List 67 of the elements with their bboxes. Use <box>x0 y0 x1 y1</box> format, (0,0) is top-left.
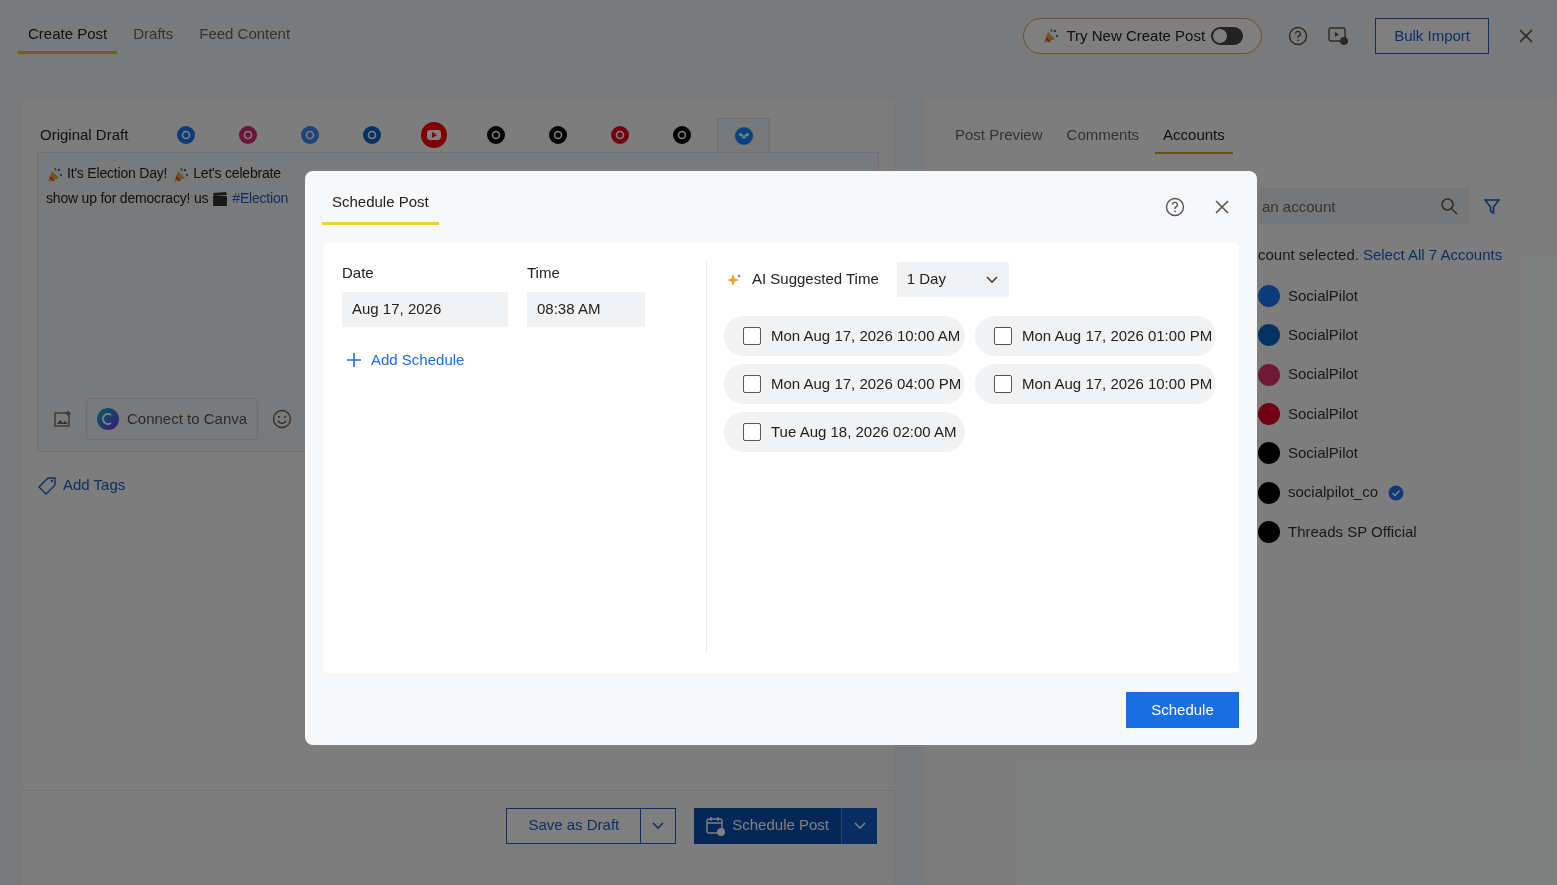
header-tab[interactable]: Create Post <box>18 18 118 54</box>
ai-suggested-label: AI Suggested Time <box>752 269 879 290</box>
network-tab[interactable] <box>717 118 771 152</box>
sparkle-icon <box>726 272 742 287</box>
clapperboard-icon <box>212 190 229 207</box>
checkbox[interactable] <box>994 327 1012 345</box>
time-field[interactable]: 08:38 AM <box>527 292 645 327</box>
close-icon <box>1517 27 1535 45</box>
try-new-create-post-pill[interactable]: Try New Create Post <box>1023 18 1263 54</box>
select-all-link[interactable]: Select All 7 Accounts <box>1362 244 1503 267</box>
calendar-clock-icon <box>706 815 727 836</box>
header-tab[interactable]: Drafts <box>123 18 184 54</box>
time-slot-option[interactable]: Mon Aug 17, 2026 10:00 PM <box>975 364 1216 404</box>
account-name[interactable]: Threads SP Official <box>1288 520 1417 544</box>
hashtag-link[interactable]: #Election <box>232 188 289 209</box>
account-name[interactable]: SocialPilot <box>1288 442 1359 465</box>
play-button-icon <box>420 122 447 148</box>
field-label: Date <box>342 263 375 282</box>
editor-tab[interactable]: Original Draft <box>37 118 132 152</box>
add-schedule-button[interactable]: Add Schedule <box>346 349 465 372</box>
dialog-tab[interactable]: Schedule Post <box>322 188 439 225</box>
toggle-switch[interactable] <box>1211 27 1244 45</box>
filter-icon <box>1484 197 1500 215</box>
field-label: Time <box>527 263 561 282</box>
selection-note: count selected. <box>1258 245 1359 265</box>
header-tab[interactable]: Feed Content <box>189 18 301 54</box>
checkbox[interactable] <box>743 375 761 393</box>
time-slot-option[interactable]: Mon Aug 17, 2026 10:00 AM <box>724 316 965 356</box>
range-dropdown[interactable]: 1 Day <box>896 262 1009 297</box>
post-text: It's Election Day! <box>67 164 168 183</box>
search-icon <box>1440 197 1458 215</box>
date-field[interactable]: Aug 17, 2026 <box>342 292 508 327</box>
toggle-label: Try New Create Post <box>1066 25 1206 46</box>
close-icon <box>1213 197 1231 216</box>
preview-tab[interactable]: Accounts <box>1155 118 1233 154</box>
bulk-import-button[interactable]: Bulk Import <box>1375 18 1489 54</box>
preview-tab[interactable]: Post Preview <box>947 118 1051 154</box>
time-slot-option[interactable]: Mon Aug 17, 2026 01:00 PM <box>975 316 1216 356</box>
canva-logo-icon <box>97 408 119 430</box>
connect-to-canva-button[interactable]: Connect to Canva <box>86 398 259 440</box>
tag-icon <box>38 475 57 495</box>
emoji-icon <box>272 409 293 429</box>
post-text: show up for democracy! us <box>46 189 209 208</box>
party-popper-icon <box>1042 27 1061 45</box>
account-name[interactable]: socialpilot_co <box>1288 481 1379 504</box>
help-icon <box>1288 26 1309 46</box>
checkbox[interactable] <box>743 423 761 441</box>
time-slot-option[interactable]: Mon Aug 17, 2026 04:00 PM <box>724 364 965 404</box>
dropdown-button[interactable] <box>841 807 877 844</box>
help-icon <box>1165 196 1185 217</box>
post-text: Let's celebrate <box>193 164 281 183</box>
preview-tab[interactable]: Comments <box>1058 118 1148 154</box>
account-name[interactable]: SocialPilot <box>1288 402 1359 426</box>
account-name[interactable]: SocialPilot <box>1288 324 1359 347</box>
search-field[interactable]: an account <box>1258 188 1470 224</box>
account-name[interactable]: SocialPilot <box>1288 284 1359 308</box>
party-popper-icon <box>46 165 62 182</box>
time-slot-option[interactable]: Tue Aug 18, 2026 02:00 AM <box>724 412 965 452</box>
video-help-icon <box>1328 26 1350 46</box>
party-popper-icon <box>172 165 189 182</box>
checkbox[interactable] <box>743 327 761 345</box>
schedule-button[interactable]: Schedule <box>1126 692 1239 728</box>
plus-icon <box>346 352 362 369</box>
add-image-icon <box>54 410 72 428</box>
account-name[interactable]: SocialPilot <box>1288 363 1359 386</box>
checkbox[interactable] <box>994 375 1012 393</box>
add-tags-button[interactable]: Add Tags <box>38 474 126 497</box>
